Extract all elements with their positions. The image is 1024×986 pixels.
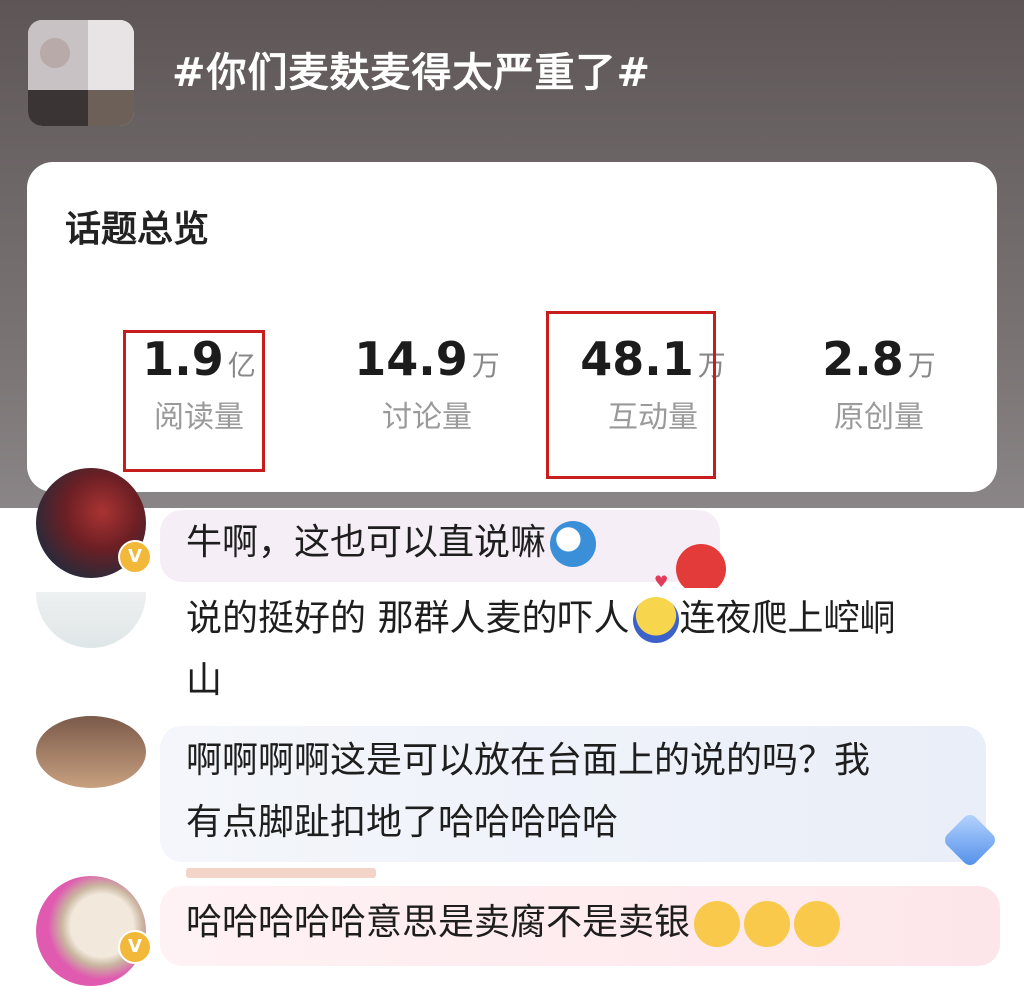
comment-text-line2: 有点脚趾扣地了哈哈哈哈哈	[186, 802, 619, 843]
overview-title: 话题总览	[65, 209, 210, 250]
topic-title: #你们麦麸麦得太严重了#	[172, 50, 652, 96]
stat-value: 2.8	[822, 332, 904, 386]
comment-text: 牛啊，这也可以直说嘛	[186, 522, 547, 563]
comment-item: V 哈哈哈哈哈意思是卖腐不是卖银	[0, 868, 1024, 986]
topic-overview-card: 话题总览 1.9 亿 阅读量 14.9 万 讨论量 48.1 万 互动量 2.8 万 原…	[27, 162, 997, 492]
strawberry-sticker-icon	[676, 544, 726, 594]
comment-text-line1: 说的挺好的 那群人麦的吓人	[186, 598, 630, 639]
comment-bubble[interactable]: 啊啊啊啊这是可以放在台面上的说的吗？我 有点脚趾扣地了哈哈哈哈哈	[160, 726, 986, 862]
stat-unit: 万	[907, 349, 936, 382]
verified-badge-icon: V	[118, 540, 152, 574]
comment-bubble[interactable]: 哈哈哈哈哈意思是卖腐不是卖银	[160, 886, 1000, 966]
topic-cover-image[interactable]	[28, 20, 134, 126]
comment-item: 说的挺好的 那群人麦的吓人 连夜爬上崆峒 山	[0, 588, 1024, 712]
comment-item: 啊啊啊啊这是可以放在台面上的说的吗？我 有点脚趾扣地了哈哈哈哈哈	[0, 716, 1024, 869]
username-partial	[186, 868, 376, 878]
highlight-box-read	[123, 330, 265, 472]
topic-header: #你们麦麸麦得太严重了# 话题总览 1.9 亿 阅读量 14.9 万 讨论量 48.…	[0, 0, 1024, 508]
stat-label: 原创量	[834, 400, 924, 435]
comment-text: 哈哈哈哈哈意思是卖腐不是卖银	[186, 902, 691, 943]
smirk-emoji-icon	[744, 901, 791, 947]
verified-badge-icon: V	[118, 930, 152, 964]
stat-unit: 万	[471, 349, 500, 382]
comment-text-line1: 啊啊啊啊这是可以放在台面上的说的吗？我	[186, 740, 871, 781]
comment-item: V 牛啊，这也可以直说嘛 ♥	[0, 468, 1024, 594]
comment-bubble[interactable]: 说的挺好的 那群人麦的吓人 连夜爬上崆峒 山	[160, 588, 1000, 712]
stat-original-count: 2.8 万 原创量	[769, 332, 989, 436]
smirk-emoji-icon	[794, 901, 841, 947]
shy-emoji-icon	[633, 597, 680, 643]
stat-value: 14.9	[354, 332, 468, 386]
comment-bubble[interactable]: 牛啊，这也可以直说嘛	[160, 510, 720, 582]
user-avatar[interactable]	[36, 592, 146, 648]
comment-text-line1b: 连夜爬上崆峒	[679, 598, 896, 639]
smirk-emoji-icon	[694, 901, 741, 947]
doraemon-emoji-icon	[550, 521, 597, 567]
comment-text-line2: 山	[186, 660, 223, 701]
stat-discussion-count: 14.9 万 讨论量	[317, 332, 537, 436]
stat-label: 讨论量	[382, 400, 472, 435]
user-avatar[interactable]	[36, 716, 146, 788]
highlight-box-interaction	[546, 311, 716, 479]
